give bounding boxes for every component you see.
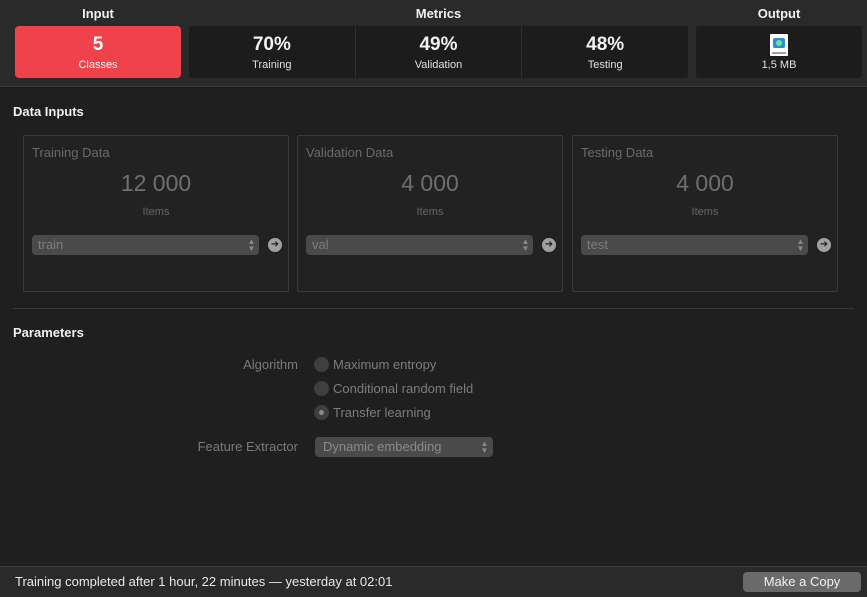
metric-validation[interactable]: 49% Validation (356, 26, 523, 78)
radio-maximum-entropy[interactable]: Maximum entropy (314, 355, 436, 373)
radio-button[interactable] (314, 356, 329, 372)
up-down-chevron-icon: ▲ ▼ (521, 237, 530, 253)
output-model-tile[interactable]: 1,5 MB (696, 26, 862, 78)
metric-training-value: 70% (252, 33, 291, 55)
radio-label: Conditional random field (333, 380, 474, 396)
radio-conditional-random-field[interactable]: Conditional random field (314, 379, 473, 397)
model-size: 1,5 MB (761, 58, 797, 71)
validation-source-popup[interactable]: val ▲ ▼ (306, 235, 533, 255)
card-title: Training Data (32, 145, 110, 160)
input-classes-tile[interactable]: 5 Classes (15, 26, 181, 78)
metric-testing-caption: Testing (587, 58, 623, 71)
metric-testing[interactable]: 48% Testing (522, 26, 688, 78)
section-divider (13, 308, 854, 309)
up-down-chevron-icon: ▲ ▼ (247, 237, 256, 253)
metric-validation-caption: Validation (414, 58, 463, 71)
arrow-right-circle-icon[interactable]: ➜ (268, 238, 282, 252)
testing-data-card: Testing Data 4 000 Items test ▲ ▼ ➜ (572, 135, 838, 292)
training-source-popup[interactable]: train ▲ ▼ (32, 235, 259, 255)
item-unit: Items (142, 206, 170, 218)
data-inputs-heading: Data Inputs (13, 104, 84, 119)
radio-label: Maximum entropy (333, 356, 437, 372)
make-a-copy-button[interactable]: Make a Copy (743, 572, 861, 592)
source-value: train (38, 237, 64, 252)
source-value: test (587, 237, 608, 252)
item-count: 4 000 (401, 170, 459, 196)
parameters-heading: Parameters (13, 325, 84, 340)
ml-model-file-icon (770, 33, 788, 56)
status-bar: Training completed after 1 hour, 22 minu… (0, 566, 867, 597)
metrics-group: 70% Training 49% Validation 48% Testing (189, 26, 688, 78)
feature-extractor-popup[interactable]: Dynamic embedding ▲ ▼ (315, 437, 493, 457)
algorithm-label: Algorithm (243, 357, 298, 372)
metric-validation-value: 49% (419, 33, 458, 55)
classes-count: 5 (92, 33, 104, 55)
arrow-right-circle-icon[interactable]: ➜ (817, 238, 831, 252)
output-title: Output (757, 6, 801, 21)
radio-button-selected[interactable] (314, 404, 329, 420)
card-title: Testing Data (581, 145, 654, 160)
radio-transfer-learning[interactable]: Transfer learning (314, 403, 431, 421)
item-count: 12 000 (120, 170, 192, 196)
item-count: 4 000 (676, 170, 734, 196)
radio-label: Transfer learning (333, 404, 431, 420)
feature-extractor-label: Feature Extractor (197, 439, 298, 454)
radio-button[interactable] (314, 380, 329, 396)
classes-caption: Classes (78, 58, 118, 71)
item-unit: Items (416, 206, 444, 218)
up-down-chevron-icon: ▲ ▼ (480, 439, 489, 455)
metric-testing-value: 48% (586, 33, 625, 55)
source-value: val (312, 237, 329, 252)
testing-source-popup[interactable]: test ▲ ▼ (581, 235, 808, 255)
metric-training-caption: Training (252, 58, 292, 71)
item-unit: Items (691, 206, 719, 218)
feature-extractor-value: Dynamic embedding (323, 439, 442, 454)
training-status-text: Training completed after 1 hour, 22 minu… (15, 574, 393, 589)
arrow-right-circle-icon[interactable]: ➜ (542, 238, 556, 252)
input-title: Input (82, 6, 114, 21)
up-down-chevron-icon: ▲ ▼ (796, 237, 805, 253)
card-title: Validation Data (306, 145, 394, 160)
metric-training[interactable]: 70% Training (189, 26, 356, 78)
validation-data-card: Validation Data 4 000 Items val ▲ ▼ ➜ (297, 135, 563, 292)
summary-bar: Input Metrics Output 5 Classes 70% Train… (0, 0, 867, 87)
metrics-title: Metrics (415, 6, 462, 21)
training-data-card: Training Data 12 000 Items train ▲ ▼ ➜ (23, 135, 289, 292)
